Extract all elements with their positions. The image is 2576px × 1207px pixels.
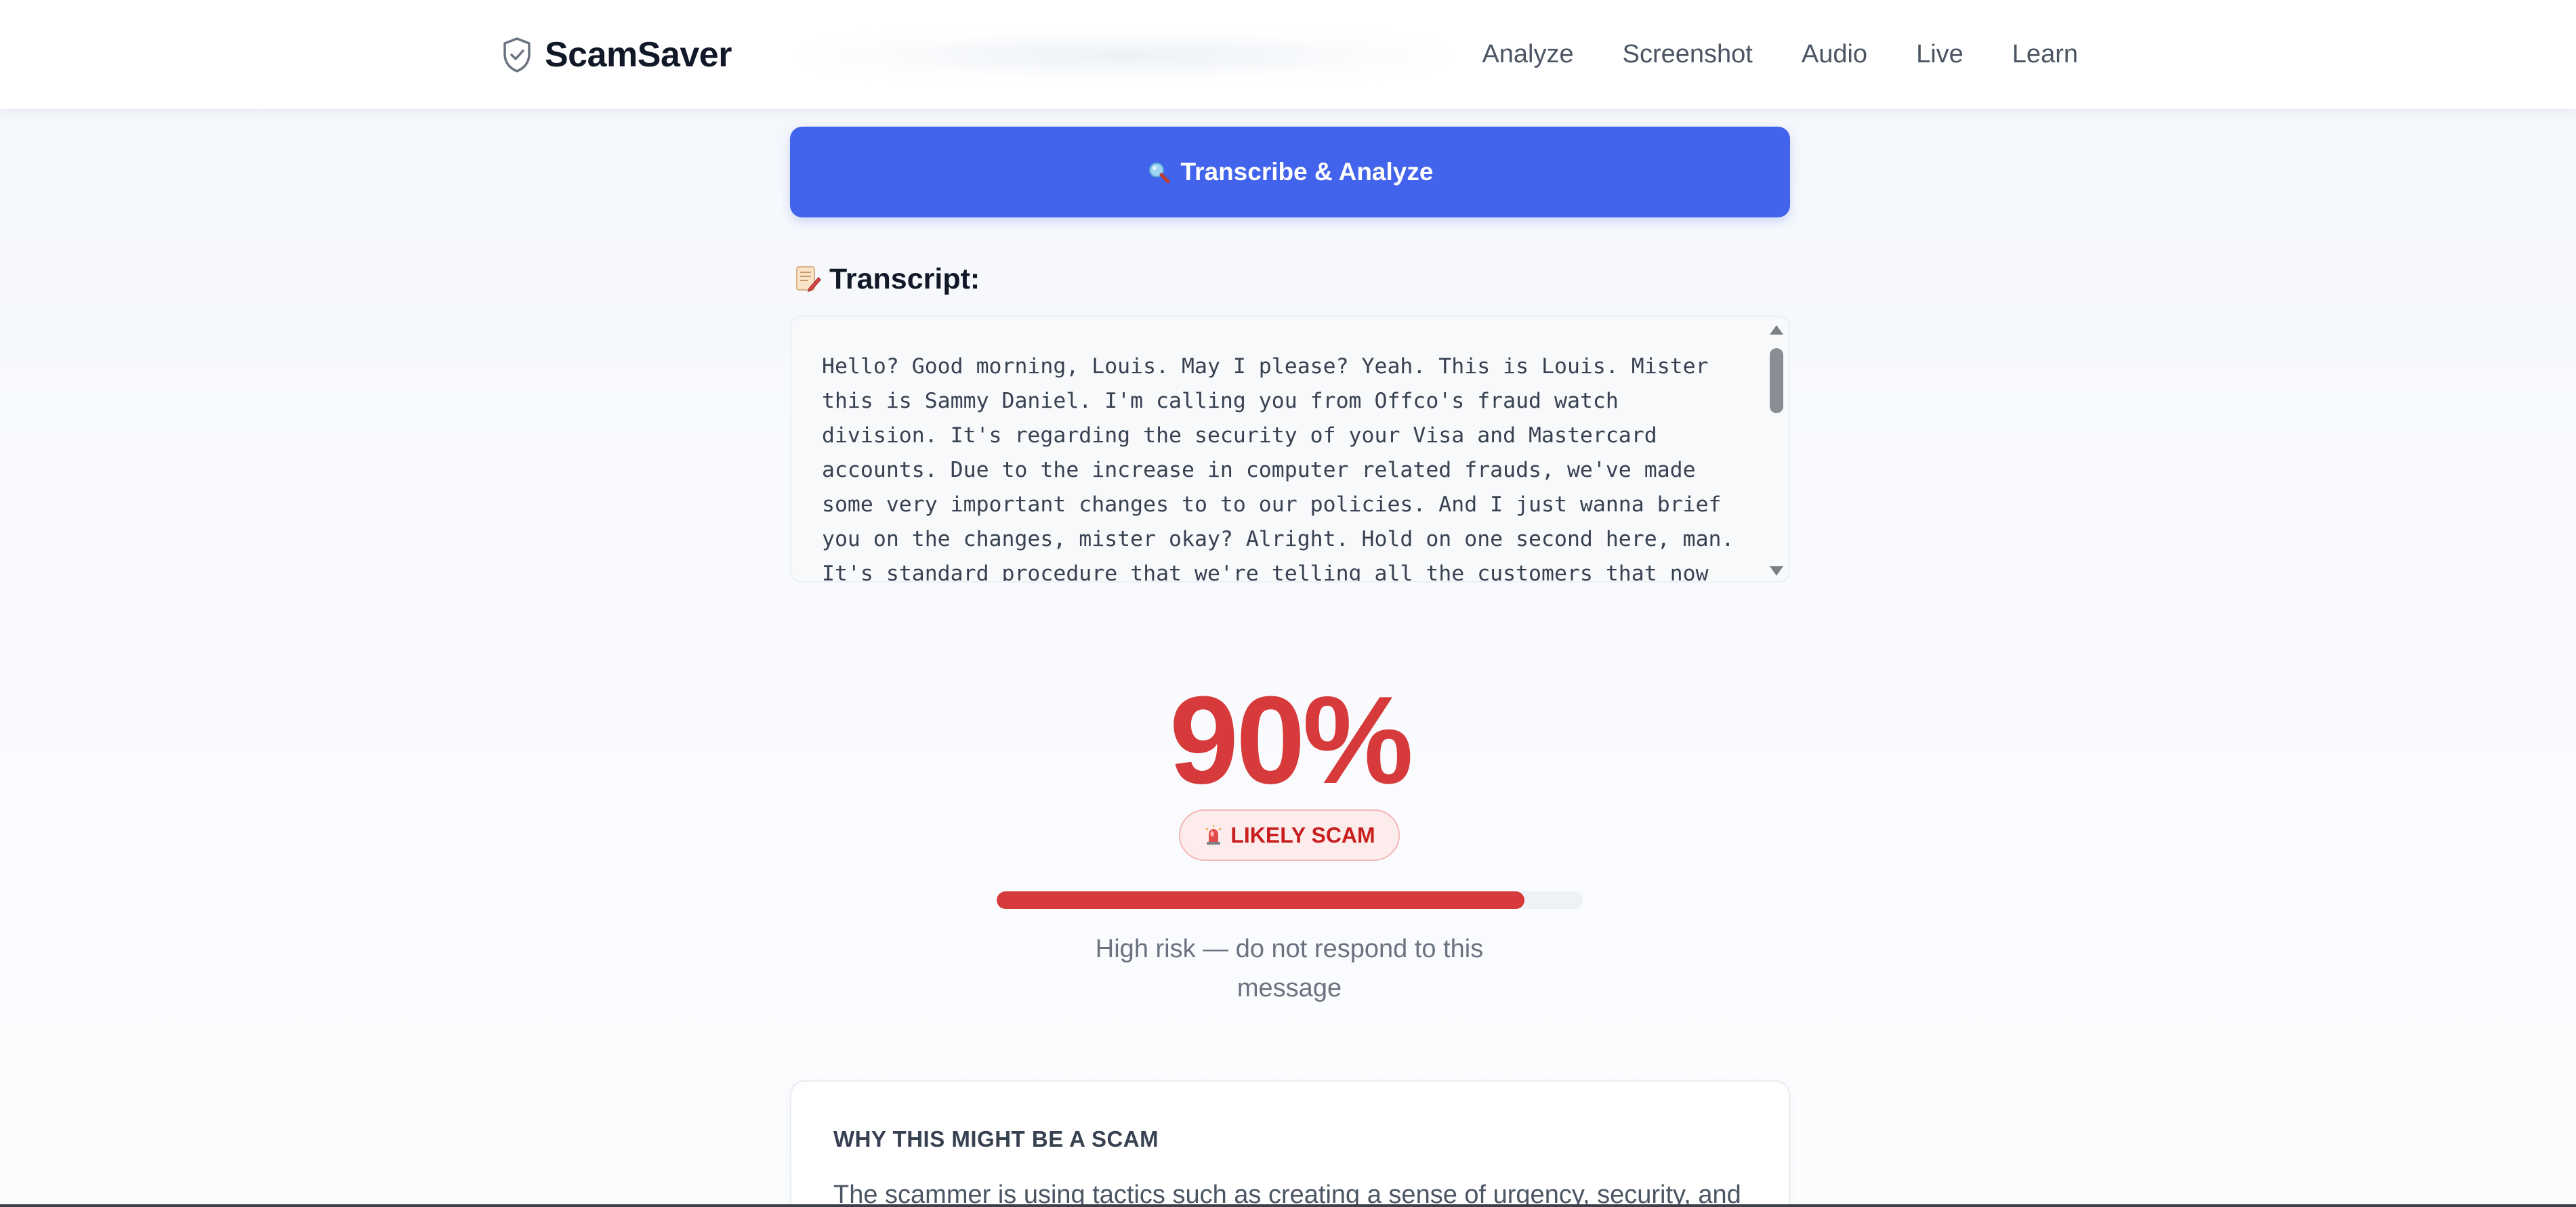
why-scam-body: The scammer is using tactics such as cre…	[833, 1181, 1741, 1207]
nav-screenshot[interactable]: Screenshot	[1623, 40, 1753, 69]
transcript-text: Hello? Good morning, Louis. May I please…	[822, 354, 1734, 583]
why-scam-title: WHY THIS MIGHT BE A SCAM	[833, 1126, 1159, 1151]
scroll-thumb[interactable]	[1770, 348, 1783, 413]
memo-icon	[796, 266, 821, 293]
magnifier-icon	[1148, 163, 1170, 184]
transcribe-analyze-label: Transcribe & Analyze	[1180, 158, 1434, 186]
scam-score: 90%	[1169, 670, 1413, 809]
siren-icon	[1205, 825, 1222, 845]
window-bottom-edge	[0, 1204, 2576, 1207]
transcribe-analyze-button[interactable]: Transcribe & Analyze	[790, 127, 1790, 217]
nav-learn[interactable]: Learn	[2012, 40, 2078, 69]
transcript-textbox[interactable]: Hello? Good morning, Louis. May I please…	[790, 316, 1790, 583]
risk-message: High risk — do not respond to this messa…	[1095, 935, 1484, 1002]
likely-scam-label: LIKELY SCAM	[1230, 822, 1375, 847]
likely-scam-badge: LIKELY SCAM	[1179, 809, 1400, 861]
brand-name: ScamSaver	[545, 35, 732, 75]
nav-live[interactable]: Live	[1916, 40, 1964, 69]
transcript-heading: Transcript:	[794, 259, 980, 299]
brand-logo[interactable]: ScamSaver	[501, 33, 732, 77]
shield-check-icon	[503, 37, 531, 72]
scroll-up-arrow-icon[interactable]	[1770, 325, 1783, 335]
why-scam-card: WHY THIS MIGHT BE A SCAM The scammer is …	[790, 1080, 1790, 1207]
transcript-heading-label: Transcript:	[829, 262, 980, 295]
main-nav: Analyze Screenshot Audio Live Learn	[1482, 35, 2078, 73]
risk-progress-fill	[997, 891, 1524, 909]
scroll-down-arrow-icon[interactable]	[1770, 566, 1783, 576]
top-nav-bar: ScamSaver Analyze Screenshot Audio Live …	[0, 0, 2576, 109]
blurred-header-region	[806, 33, 1443, 79]
transcript-scrollbar[interactable]	[1767, 322, 1785, 578]
nav-analyze[interactable]: Analyze	[1482, 40, 1573, 69]
nav-audio[interactable]: Audio	[1802, 40, 1867, 69]
risk-progress-bar	[997, 891, 1583, 909]
